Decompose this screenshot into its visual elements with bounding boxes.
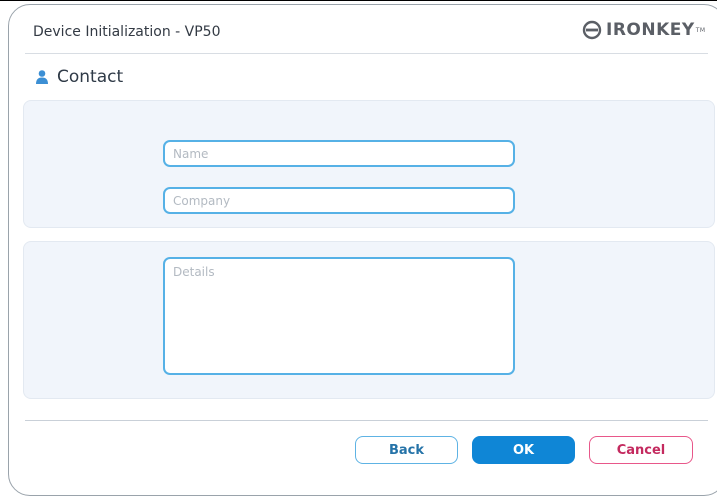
section-header: Contact (35, 67, 123, 87)
window-title: Device Initialization - VP50 (33, 24, 221, 40)
footer-divider (25, 420, 708, 421)
title-divider (25, 53, 708, 54)
back-button[interactable]: Back (355, 436, 458, 464)
ok-button[interactable]: OK (472, 436, 575, 464)
brand-name: IRONKEY (606, 20, 695, 40)
cancel-button[interactable]: Cancel (589, 436, 693, 464)
company-input[interactable] (163, 187, 515, 214)
ironkey-logo: IRONKEY TM (582, 20, 706, 40)
details-textarea[interactable] (163, 257, 515, 375)
top-edge-line (0, 0, 717, 1)
trademark-mark: TM (695, 26, 706, 34)
ironkey-logo-icon (582, 20, 602, 40)
name-input[interactable] (163, 140, 515, 167)
section-title: Contact (57, 67, 124, 87)
person-icon (36, 70, 48, 84)
